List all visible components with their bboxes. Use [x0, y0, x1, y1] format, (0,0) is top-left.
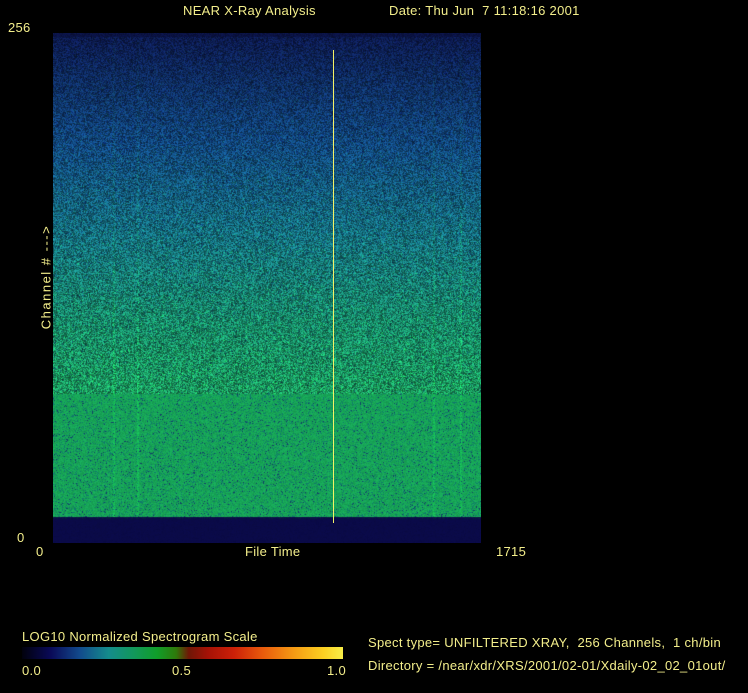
spect-type-info: Spect type= UNFILTERED XRAY, 256 Channel… [368, 635, 721, 650]
y-axis-max-tick: 256 [8, 20, 31, 35]
near-xray-analysis-window: { "window": { "background": "#000000", "… [0, 0, 748, 693]
x-axis-min-tick: 0 [36, 544, 44, 559]
colorbar-tick-0: 0.0 [22, 663, 41, 678]
spectrogram-plot[interactable] [53, 33, 481, 543]
date-label: Date: Thu Jun 7 11:18:16 2001 [389, 3, 580, 18]
colorbar-tick-2: 1.0 [327, 663, 346, 678]
directory-info: Directory = /near/xdr/XRS/2001/02-01/Xda… [368, 658, 726, 673]
page-title: NEAR X-Ray Analysis [183, 3, 316, 18]
colorbar-title: LOG10 Normalized Spectrogram Scale [22, 629, 258, 644]
y-axis-min-tick: 0 [17, 530, 25, 545]
colorbar-gradient [22, 647, 343, 659]
y-axis-label: Channel # ---> [38, 224, 54, 330]
time-cursor-line [333, 50, 334, 523]
x-axis-label: File Time [245, 544, 301, 559]
x-axis-max-tick: 1715 [496, 544, 527, 559]
colorbar-tick-1: 0.5 [172, 663, 191, 678]
